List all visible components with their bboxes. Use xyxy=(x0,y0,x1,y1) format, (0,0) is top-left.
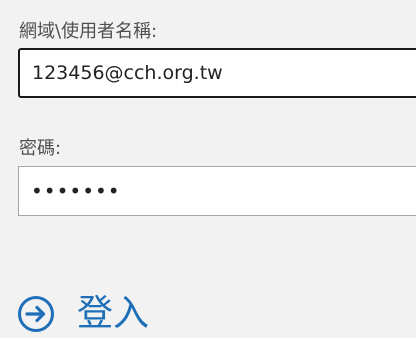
username-field[interactable] xyxy=(18,48,416,98)
username-label: 網域\使用者名稱: xyxy=(19,21,158,42)
arrow-right-circle-icon[interactable] xyxy=(17,295,55,333)
password-label: 密碼: xyxy=(19,138,62,159)
password-field[interactable] xyxy=(18,166,416,216)
signin-button[interactable]: 登入 xyxy=(17,292,149,336)
signin-label[interactable]: 登入 xyxy=(77,292,149,336)
